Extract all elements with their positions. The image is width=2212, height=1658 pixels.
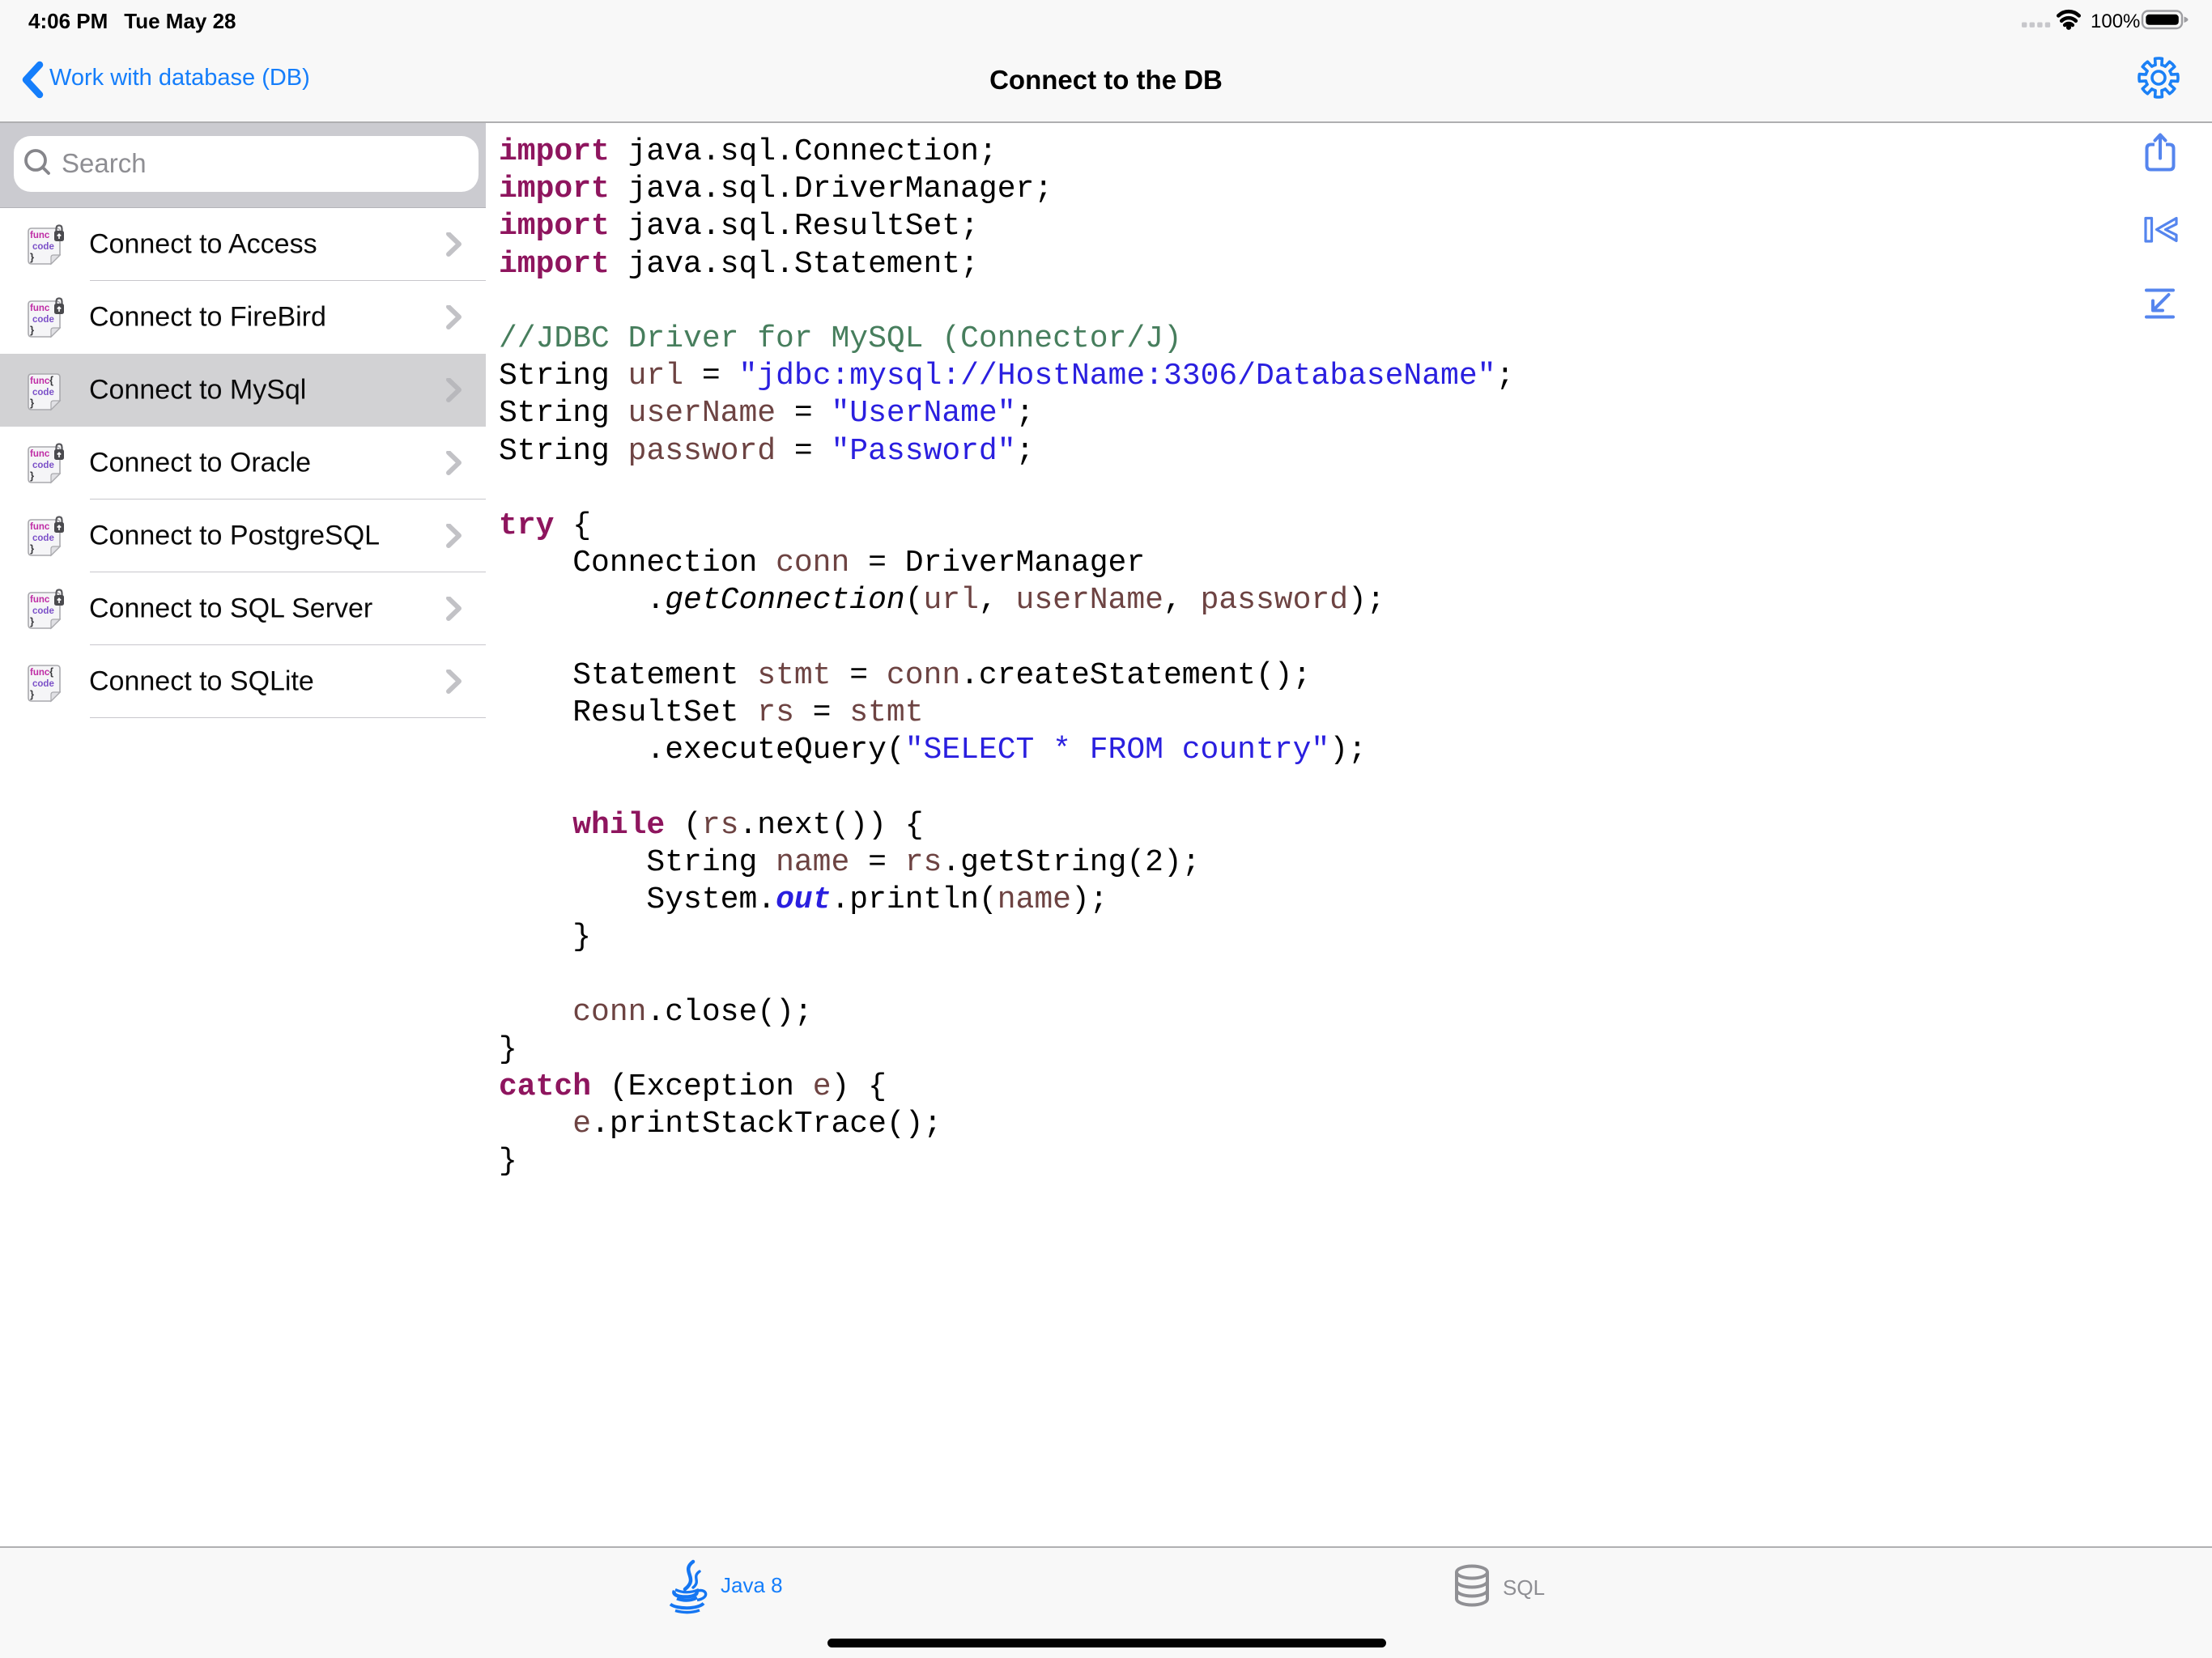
svg-text:}: } <box>30 470 34 482</box>
svg-text:}: } <box>30 615 34 627</box>
svg-text:}: } <box>30 688 34 700</box>
svg-text:code: code <box>32 461 54 470</box>
svg-text:{: { <box>49 374 53 386</box>
svg-text:}: } <box>30 542 34 555</box>
svg-text:code: code <box>32 606 54 616</box>
svg-text:func: func <box>30 595 50 605</box>
svg-text:}: } <box>30 251 34 263</box>
svg-text:func: func <box>30 376 50 386</box>
svg-text:code: code <box>32 388 54 397</box>
svg-text:}: } <box>30 397 34 409</box>
svg-text:func: func <box>30 304 50 313</box>
svg-text:code: code <box>32 679 54 689</box>
svg-text:code: code <box>32 315 54 325</box>
svg-text:func: func <box>30 449 50 459</box>
svg-text:code: code <box>32 242 54 252</box>
svg-text:{: { <box>49 665 53 678</box>
svg-text:}: } <box>30 324 34 336</box>
svg-text:code: code <box>32 534 54 543</box>
svg-text:func: func <box>30 231 50 240</box>
svg-text:func: func <box>30 668 50 678</box>
svg-text:func: func <box>30 522 50 532</box>
